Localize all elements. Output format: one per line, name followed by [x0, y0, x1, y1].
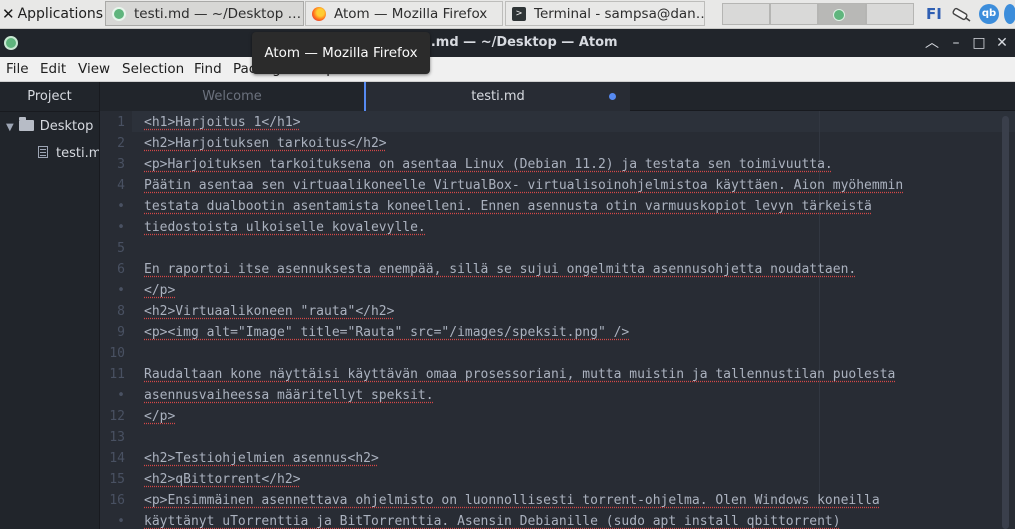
folder-icon — [18, 117, 34, 131]
code-line[interactable]: testata dualbootin asentamista koneellen… — [144, 196, 872, 217]
line-number: 8 — [117, 304, 125, 319]
taskbar-item-terminal[interactable]: > Terminal - sampsa@dan… — [505, 1, 705, 26]
applications-label: Applications — [17, 6, 104, 22]
code-line[interactable]: <p>Harjoituksen tarkoituksena on asentaa… — [144, 154, 833, 175]
terminal-icon: > — [512, 6, 526, 21]
menu-selection[interactable]: Selection — [122, 61, 184, 77]
workspace-3[interactable] — [818, 3, 866, 25]
line-number: 2 — [117, 136, 125, 151]
line-number: 13 — [109, 430, 125, 445]
taskbar-item-label: Terminal - sampsa@dan… — [534, 5, 705, 22]
tree-folder-desktop[interactable]: ▼ Desktop — [6, 114, 93, 140]
code-line[interactable]: tiedostoista ulkoiselle kovalevylle. — [144, 217, 426, 238]
tab-welcome[interactable]: Welcome — [100, 82, 364, 111]
window-title: testi.md — ~/Desktop — Atom — [397, 35, 618, 50]
line-number: 1 — [117, 115, 125, 130]
tab-label: Welcome — [202, 89, 262, 104]
line-number: • — [117, 388, 125, 403]
menu-file[interactable]: File — [6, 61, 29, 77]
tab-bar: Welcome testi.md — [100, 82, 1015, 111]
code-line[interactable]: <h2>Virtuaalikoneen "rauta"</h2> — [144, 301, 394, 322]
line-number: 6 — [117, 262, 125, 277]
tree-folder-label: Desktop — [39, 119, 94, 134]
menu-view[interactable]: View — [78, 61, 110, 77]
line-number: • — [117, 199, 125, 214]
atom-icon — [833, 9, 845, 21]
code-line[interactable]: <h2>Testiohjelmien asennus<h2> — [144, 448, 379, 469]
tab-testi-md[interactable]: testi.md — [364, 82, 630, 111]
tree-view: Project ▼ Desktop testi.m — [0, 82, 100, 529]
chevron-down-icon: ▼ — [6, 122, 14, 133]
code-line[interactable]: asennusvaiheessa määritellyt speksit. — [144, 385, 434, 406]
menu-edit[interactable]: Edit — [40, 61, 66, 77]
workspace-1[interactable] — [722, 3, 770, 25]
code-line[interactable]: <p>Ensimmäinen asennettava ohjelmisto on… — [144, 490, 880, 511]
tray-overflow-icon[interactable] — [1004, 4, 1015, 24]
taskbar-item-label: Atom — Mozilla Firefox — [334, 5, 488, 22]
code-line[interactable]: <h2>Harjoituksen tarkoitus</h2> — [144, 133, 387, 154]
line-number: • — [117, 220, 125, 235]
code-line[interactable]: Päätin asentaa sen virtuaalikoneelle Vir… — [144, 175, 903, 196]
line-number: 10 — [109, 346, 125, 361]
line-number: 11 — [109, 367, 125, 382]
code-line[interactable]: </p> — [144, 406, 175, 427]
tree-view-header[interactable]: Project — [0, 82, 99, 112]
workspace-2[interactable] — [770, 3, 818, 25]
code-line[interactable]: <p><img alt="Image" title="Rauta" src="/… — [144, 322, 629, 343]
line-number: 9 — [117, 325, 125, 340]
modified-indicator-icon — [609, 93, 616, 100]
applications-menu[interactable]: ✕ Applications ⋮ — [0, 3, 117, 25]
window-titlebar[interactable]: testi.md — ~/Desktop — Atom ︿ – □ ✕ — [0, 29, 1015, 57]
vertical-scrollbar[interactable] — [1002, 116, 1009, 529]
minimize-button[interactable]: – — [946, 33, 966, 53]
code-line[interactable]: <h2>qBittorrent</h2> — [144, 469, 301, 490]
menu-bar: File Edit View Selection Find Packages H… — [0, 57, 1015, 82]
atom-icon — [112, 6, 126, 21]
code-line[interactable]: <h1>Harjoitus 1</h1> — [144, 112, 301, 133]
line-number: 5 — [117, 241, 125, 256]
code-line[interactable]: käyttänyt uTorrenttia ja BitTorrenttia. … — [144, 511, 841, 529]
xfce-icon: ✕ — [2, 5, 15, 23]
line-number: 3 — [117, 157, 125, 172]
line-number: 4 — [117, 178, 125, 193]
taskbar-item-label: testi.md — ~/Desktop … — [134, 5, 302, 22]
line-number: • — [117, 514, 125, 529]
chevron-up-icon[interactable]: ︿ — [922, 33, 942, 53]
firefox-icon — [312, 6, 326, 21]
maximize-button[interactable]: □ — [969, 33, 989, 53]
tree-file-label: testi.m — [56, 146, 100, 161]
tab-label: testi.md — [471, 89, 525, 104]
menu-find[interactable]: Find — [194, 61, 222, 77]
taskbar-item-atom[interactable]: testi.md — ~/Desktop … — [105, 1, 304, 26]
top-panel: ✕ Applications ⋮ testi.md — ~/Desktop … … — [0, 0, 1015, 29]
line-number: 12 — [109, 409, 125, 424]
code-line[interactable]: Raudaltaan kone näyttäisi käyttävän omaa… — [144, 364, 895, 385]
text-editor[interactable]: 1 2 3 4 • • 5 6 • 8 9 10 11 • 12 13 14 15 16 • <h1>Harjoitu… — [100, 111, 1015, 529]
code-line[interactable]: </p> — [144, 280, 175, 301]
file-text-icon — [38, 146, 48, 158]
line-number: 14 — [109, 451, 125, 466]
line-number: 16 — [109, 493, 125, 508]
qbittorrent-tray-icon[interactable]: qb — [979, 4, 999, 24]
keyboard-layout-indicator[interactable]: FI — [926, 5, 942, 23]
code-line[interactable]: En raportoi itse asennuksesta enempää, s… — [144, 259, 856, 280]
line-number: • — [117, 283, 125, 298]
line-number-gutter: 1 2 3 4 • • 5 6 • 8 9 10 11 • 12 13 14 15 16 • — [100, 111, 132, 529]
workspace-4[interactable] — [866, 3, 914, 25]
tree-file-testi[interactable]: testi.m — [38, 141, 100, 167]
network-icon[interactable] — [951, 6, 971, 22]
close-button[interactable]: ✕ — [992, 33, 1012, 53]
taskbar-tooltip: Atom — Mozilla Firefox — [252, 32, 430, 74]
taskbar-item-firefox[interactable]: Atom — Mozilla Firefox — [305, 1, 503, 26]
line-number: 15 — [109, 472, 125, 487]
